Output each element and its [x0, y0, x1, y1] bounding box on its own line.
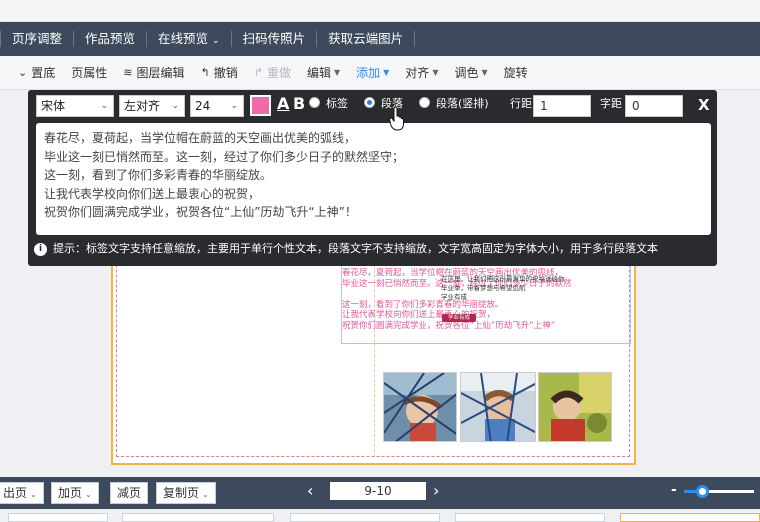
chevron-down-icon: ▼ — [432, 68, 439, 77]
page-indicator[interactable]: 9-10 — [330, 482, 426, 500]
line-spacing-input[interactable]: 1 — [533, 95, 591, 117]
info-icon: i — [34, 242, 47, 256]
chevron-down-icon: ▼ — [333, 68, 341, 77]
chevron-down-icon: ⌄ — [171, 101, 179, 111]
chevron-down-icon: ⌄ — [100, 101, 108, 111]
next-page-arrow[interactable]: › — [433, 480, 439, 502]
menu-scan-upload[interactable]: 扫码传照片 — [230, 31, 317, 47]
add-page-button[interactable]: 加页 ⌄ — [51, 482, 99, 504]
tool-layer-edit[interactable]: ≋ 图层编辑 — [123, 64, 184, 81]
mode-vertical-radio[interactable] — [419, 97, 430, 108]
editor-toolbar: ⌄ 置底 页属性 ≋ 图层编辑 ↰ 撤销 ↱ 重做 编辑 ▼ 添加 ▼ 对齐 ▼ 调色 ▼ 旋转 — [0, 56, 760, 90]
paragraph-textarea[interactable]: 春花尽，夏荷起，当学位帽在蔚蓝的天空画出优美的弧线， 毕业这一刻已悄然而至。这一… — [36, 123, 711, 235]
textarea-line: 祝贺你们圆满完成学业，祝贺各位“上仙”历劫飞升“上神”！ — [44, 205, 357, 219]
text-align-select[interactable]: 左对齐 ⌄ — [119, 95, 185, 117]
chevron-down-icon: ▼ — [481, 68, 488, 77]
redo-icon: ↱ — [253, 66, 263, 79]
page-thumbnail-active[interactable] — [620, 513, 760, 522]
duplicate-page-button[interactable]: 复制页 ⌄ — [156, 482, 216, 504]
mode-label-text: 标签 — [326, 97, 348, 110]
canvas-text-line: 祝贺你们圆满完成学业，祝贺各位“上仙”历劫飞升“上神” — [342, 321, 556, 332]
tool-edit[interactable]: 编辑 ▼ — [307, 64, 340, 81]
layers-icon: ≋ — [123, 66, 133, 79]
canvas-text-line: 让我代表学校向你们送上最衷心的祝贺， — [342, 310, 496, 321]
menu-page-order[interactable]: 页序调整 — [0, 31, 73, 47]
photo-child-climbing[interactable] — [460, 372, 536, 442]
tip-text: 提示：标签文字支持任意缩放，主要用于单行个性文本，段落文字不支持缩放，文字宽高固… — [53, 242, 658, 255]
tool-redo[interactable]: ↱ 重做 — [254, 64, 291, 81]
tool-send-to-back[interactable]: ⌄ 置底 — [18, 64, 55, 81]
zoom-out-button[interactable]: - — [671, 480, 677, 500]
move-page-button[interactable]: 出页 ⌄ — [0, 482, 44, 504]
template-text-line: 学业有成 — [441, 293, 467, 301]
close-icon[interactable]: X — [698, 95, 710, 115]
mode-paragraph-radio[interactable] — [364, 97, 375, 108]
page-thumbnail[interactable] — [8, 513, 108, 522]
photo-child-on-rope-net[interactable] — [383, 372, 457, 442]
char-spacing-label: 字距 — [600, 97, 622, 110]
char-spacing-input[interactable]: 0 — [625, 95, 683, 117]
undo-icon: ↰ — [200, 66, 210, 79]
underline-button[interactable]: A — [277, 93, 289, 115]
chevron-down-icon: ⌄ — [18, 66, 28, 79]
line-spacing-label: 行距 — [510, 97, 532, 110]
mode-vertical-text: 段落(竖排) — [436, 97, 489, 110]
textarea-line: 让我代表学校向你们送上最衷心的祝贺， — [44, 186, 261, 201]
menu-cloud-images[interactable]: 获取云端图片 — [316, 31, 416, 47]
tool-add[interactable]: 添加 ▼ — [356, 64, 389, 81]
bold-button[interactable]: B — [293, 93, 305, 115]
menu-online-preview[interactable]: 在线预览 ⌄ — [146, 31, 231, 47]
chevron-down-icon: ⌄ — [30, 490, 37, 499]
editor-tip: i 提示：标签文字支持任意缩放，主要用于单行个性文本，段落文字不支持缩放，文字宽… — [34, 241, 658, 257]
chevron-down-icon: ⌄ — [85, 490, 92, 499]
font-size-select[interactable]: 24 ⌄ — [190, 95, 244, 117]
font-family-select[interactable]: 宋体 ⌄ — [36, 95, 114, 117]
menu-preview-work[interactable]: 作品预览 — [73, 31, 146, 47]
page-thumbnail[interactable] — [122, 513, 274, 522]
mode-label-radio[interactable] — [309, 97, 320, 108]
zoom-slider-handle[interactable] — [695, 485, 709, 498]
chevron-down-icon: ⌄ — [212, 36, 220, 46]
canvas-template-text[interactable]: 在这里，让我们把这份最真挚的祝福送给你 毕业季，带着梦想与希望远航 学业有成 — [441, 275, 631, 302]
textarea-line: 这一刻，看到了你们多彩青春的华丽绽放。 — [44, 168, 273, 182]
font-color-swatch[interactable] — [250, 95, 271, 116]
tool-undo[interactable]: ↰ 撤销 — [200, 64, 237, 81]
template-text-line: 在这里，让我们把这份最真挚的祝福送给你 — [441, 275, 565, 283]
prev-page-arrow[interactable]: ‹ — [307, 480, 313, 502]
remove-page-button[interactable]: 减页 — [110, 482, 149, 504]
page-thumbnail[interactable] — [290, 513, 440, 522]
chevron-down-icon: ⌄ — [202, 490, 209, 499]
red-seal-label: 学业有成 — [442, 314, 476, 322]
tool-align[interactable]: 对齐 ▼ — [405, 64, 438, 81]
template-text-line: 毕业季，带着梦想与希望远航 — [441, 284, 526, 292]
textarea-line: 毕业这一刻已悄然而至。这一刻，经过了你们多少日子的默然坚守； — [44, 149, 405, 164]
page-thumbnail[interactable] — [455, 513, 605, 522]
browser-top-strip — [0, 0, 760, 22]
photo-child-with-leaves[interactable] — [538, 372, 612, 442]
chevron-down-icon: ▼ — [383, 68, 390, 77]
hand-cursor-icon — [389, 107, 404, 131]
tool-rotate[interactable]: 旋转 — [504, 64, 528, 81]
main-menubar: 页序调整 作品预览 在线预览 ⌄ 扫码传照片 获取云端图片 — [0, 22, 760, 56]
tool-page-properties[interactable]: 页属性 — [71, 64, 107, 81]
textarea-line: 春花尽，夏荷起，当学位帽在蔚蓝的天空画出优美的弧线， — [44, 131, 357, 145]
tool-color-adjust[interactable]: 调色 ▼ — [454, 64, 487, 81]
chevron-down-icon: ⌄ — [230, 101, 238, 111]
